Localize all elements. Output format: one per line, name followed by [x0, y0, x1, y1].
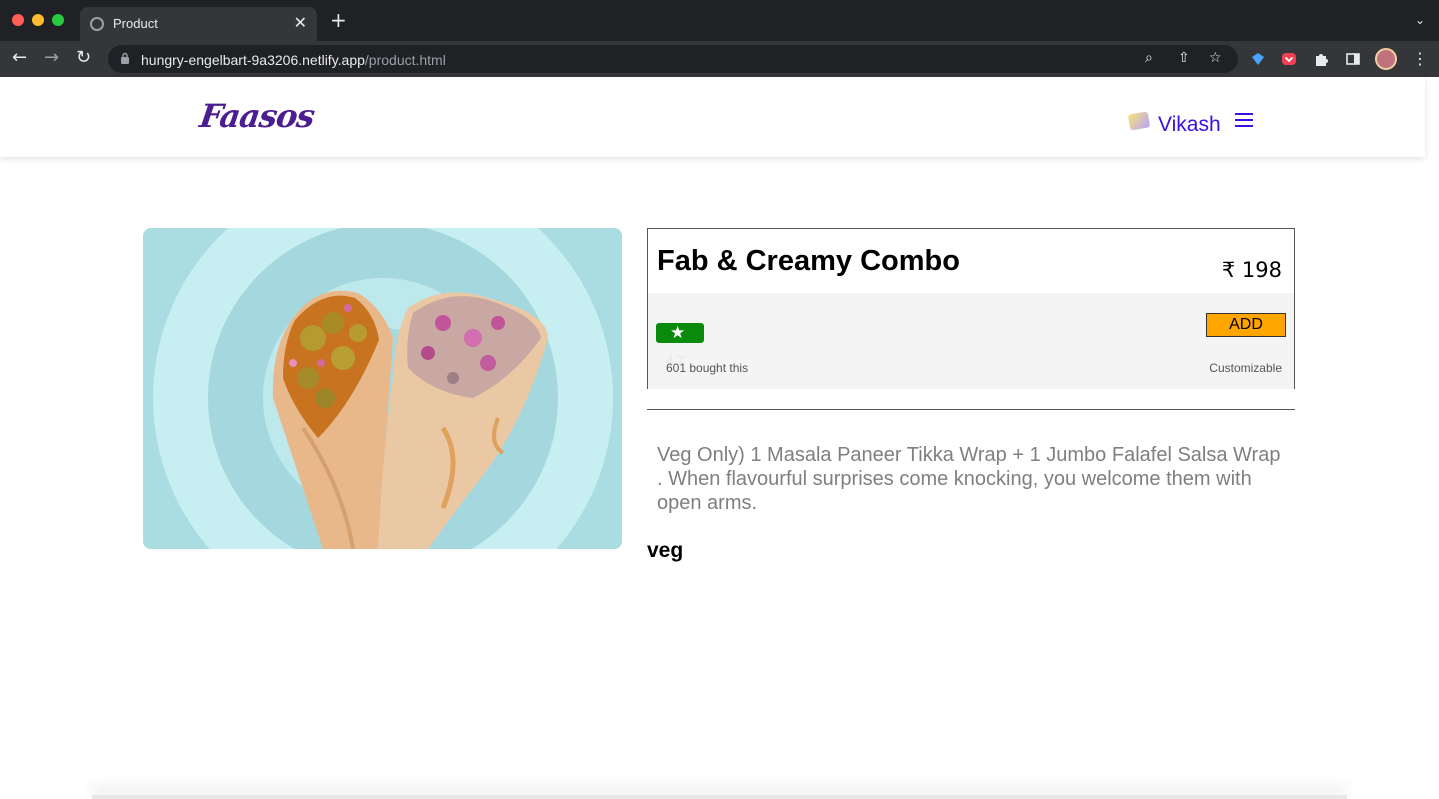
browser-toolbar: ← → ↻ hungry-engelbart-9a3206.netlify.ap… [0, 41, 1439, 77]
zoom-icon[interactable]: ⌕ [1145, 50, 1153, 66]
profile-avatar[interactable] [1375, 48, 1397, 70]
diet-type: veg [647, 539, 684, 562]
bookmark-star-icon[interactable]: ☆ [1209, 50, 1222, 66]
reload-button[interactable]: ↻ [76, 48, 91, 68]
close-window-button[interactable] [12, 14, 24, 26]
wrap-illustration [143, 228, 622, 549]
minimize-window-button[interactable] [32, 14, 44, 26]
product-description: Veg Only) 1 Masala Paneer Tikka Wrap + 1… [657, 444, 1281, 514]
tab-search-chevron-icon[interactable]: ⌄ [1415, 13, 1425, 27]
star-icon: ★ [670, 323, 686, 343]
username-link[interactable]: Vikash [1158, 113, 1221, 137]
browser-menu-icon[interactable]: ⋮ [1412, 49, 1428, 68]
globe-icon [90, 17, 104, 31]
user-avatar-icon [1127, 111, 1151, 131]
url-host: hungry-engelbart-9a3206.netlify.app [141, 52, 365, 68]
new-tab-button[interactable]: + [330, 10, 347, 30]
puzzle-extensions-icon[interactable] [1313, 51, 1329, 67]
close-tab-icon[interactable]: ✕ [294, 13, 307, 32]
url-text[interactable]: hungry-engelbart-9a3206.netlify.app/prod… [141, 52, 446, 68]
footer-edge [92, 795, 1347, 799]
rating-badge: ★ [656, 323, 704, 343]
url-path: /product.html [364, 52, 446, 68]
product-info-card: Fab & Creamy Combo ₹ 198 ★ 4.7 601 bough… [647, 228, 1295, 389]
pocket-extension-icon[interactable] [1281, 51, 1297, 67]
maximize-window-button[interactable] [52, 14, 64, 26]
product-price: ₹ 198 [1221, 258, 1282, 282]
lock-icon [121, 52, 129, 64]
share-icon[interactable]: ⇧ [1178, 50, 1190, 66]
product-title: Fab & Creamy Combo [657, 245, 960, 277]
browser-tab[interactable]: Product ✕ [80, 7, 317, 41]
tab-title: Product [113, 16, 158, 31]
address-bar[interactable]: hungry-engelbart-9a3206.netlify.app/prod… [108, 45, 1238, 73]
side-panel-icon[interactable] [1345, 51, 1361, 67]
browser-tab-bar: Product ✕ + ⌄ [0, 0, 1439, 41]
site-header: Faasos Vikash [0, 77, 1425, 157]
diamond-extension-icon[interactable] [1250, 51, 1266, 67]
customizable-label: Customizable [1209, 361, 1282, 375]
hamburger-menu-icon[interactable] [1235, 113, 1253, 127]
forward-button[interactable]: → [44, 48, 59, 68]
bought-count: 601 bought this [666, 361, 749, 375]
page-content: Faasos Vikash Fab & Creamy Combo ₹ 198 ★… [0, 77, 1439, 799]
add-button[interactable]: ADD [1206, 313, 1286, 337]
faasos-logo[interactable]: Faasos [197, 97, 316, 135]
product-image [143, 228, 622, 549]
product-info-footer: ★ 4.7 601 bought this ADD Customizable [648, 293, 1294, 389]
back-button[interactable]: ← [12, 48, 27, 68]
section-divider [647, 409, 1295, 410]
